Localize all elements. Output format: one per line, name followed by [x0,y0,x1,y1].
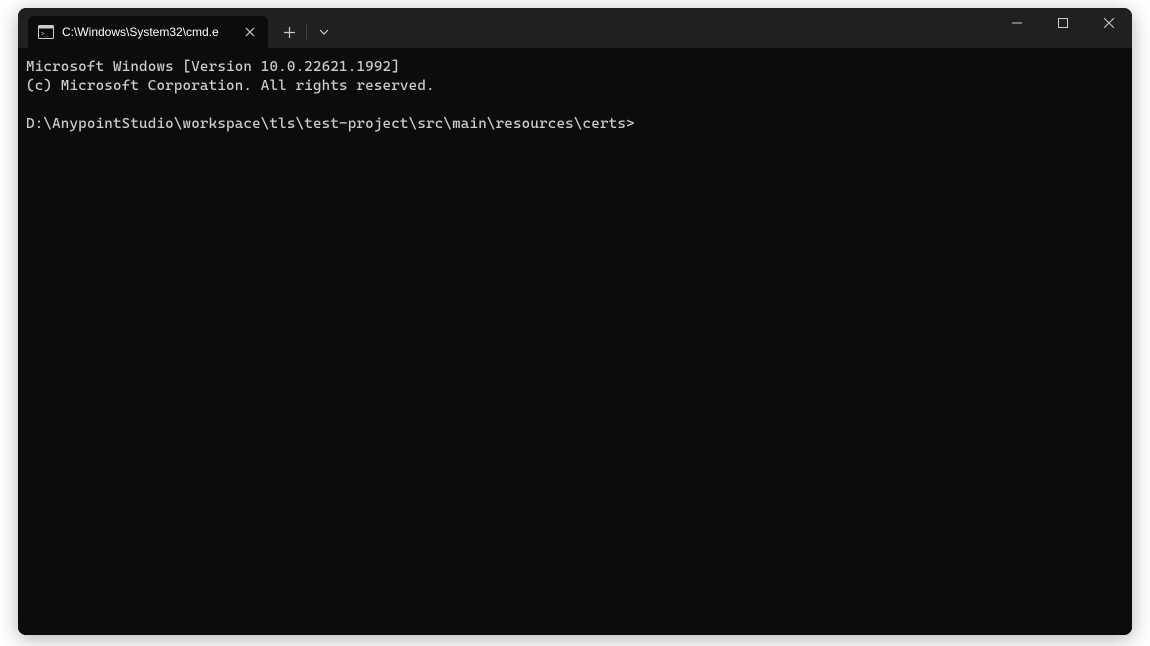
divider [306,23,307,41]
maximize-button[interactable] [1040,8,1086,38]
close-button[interactable] [1086,8,1132,38]
terminal-line: (c) Microsoft Corporation. All rights re… [26,78,435,94]
terminal-window: >_ C:\Windows\System32\cmd.e [18,8,1132,635]
titlebar-left: >_ C:\Windows\System32\cmd.e [18,8,339,48]
terminal-line: Microsoft Windows [Version 10.0.22621.19… [26,59,400,75]
minimize-button[interactable] [994,8,1040,38]
tab-actions [268,16,339,48]
tab-title: C:\Windows\System32\cmd.e [62,25,234,39]
tab-close-button[interactable] [242,24,258,40]
tab-cmd[interactable]: >_ C:\Windows\System32\cmd.e [28,16,268,48]
window-controls [994,8,1132,48]
terminal-output[interactable]: Microsoft Windows [Version 10.0.22621.19… [18,48,1132,635]
terminal-prompt: D:\AnypointStudio\workspace\tls\test-pro… [26,116,635,132]
new-tab-button[interactable] [274,18,304,46]
svg-text:>_: >_ [41,31,49,38]
tab-dropdown-button[interactable] [309,18,339,46]
cmd-icon: >_ [38,25,54,39]
titlebar: >_ C:\Windows\System32\cmd.e [18,8,1132,48]
